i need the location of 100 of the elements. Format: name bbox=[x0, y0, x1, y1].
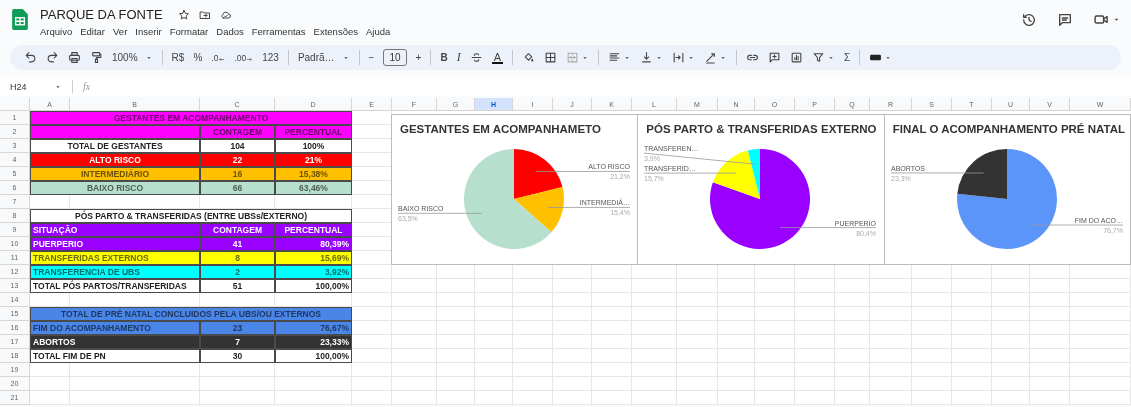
empty-cell[interactable] bbox=[1030, 321, 1070, 335]
empty-cell[interactable] bbox=[437, 391, 475, 405]
empty-cell[interactable] bbox=[513, 293, 553, 307]
empty-cell[interactable] bbox=[475, 321, 513, 335]
empty-cell[interactable] bbox=[513, 377, 553, 391]
empty-cell[interactable] bbox=[553, 335, 592, 349]
empty-cell[interactable] bbox=[392, 391, 437, 405]
empty-cell[interactable] bbox=[755, 307, 795, 321]
empty-cell[interactable] bbox=[795, 363, 835, 377]
empty-cell[interactable] bbox=[475, 307, 513, 321]
empty-cell[interactable] bbox=[1070, 349, 1131, 363]
star-icon[interactable] bbox=[177, 8, 190, 21]
empty-cell[interactable] bbox=[70, 363, 200, 377]
empty-cell[interactable] bbox=[475, 335, 513, 349]
empty-cell[interactable] bbox=[513, 321, 553, 335]
zoom-dropdown[interactable]: 100% bbox=[112, 52, 153, 63]
font-size-field[interactable]: 10 bbox=[383, 49, 407, 66]
empty-cell[interactable] bbox=[835, 349, 870, 363]
empty-cell[interactable] bbox=[553, 307, 592, 321]
empty-cell[interactable] bbox=[912, 321, 952, 335]
empty-cell[interactable] bbox=[437, 363, 475, 377]
empty-cell[interactable] bbox=[677, 321, 718, 335]
empty-cell[interactable] bbox=[912, 377, 952, 391]
empty-cell[interactable] bbox=[632, 307, 677, 321]
empty-cell[interactable] bbox=[755, 349, 795, 363]
folder-icon[interactable] bbox=[198, 8, 211, 21]
empty-cell[interactable] bbox=[200, 391, 275, 405]
empty-cell[interactable] bbox=[952, 321, 992, 335]
empty-cell[interactable] bbox=[870, 335, 912, 349]
empty-cell[interactable] bbox=[718, 321, 755, 335]
empty-cell[interactable] bbox=[70, 377, 200, 391]
empty-cell[interactable] bbox=[718, 279, 755, 293]
empty-cell[interactable] bbox=[835, 293, 870, 307]
empty-cell[interactable] bbox=[718, 391, 755, 405]
empty-cell[interactable] bbox=[275, 391, 352, 405]
align-icon[interactable] bbox=[607, 51, 621, 64]
decrease-decimals-button[interactable]: .0 bbox=[211, 52, 226, 63]
empty-cell[interactable] bbox=[677, 335, 718, 349]
empty-cell[interactable] bbox=[632, 377, 677, 391]
empty-cell[interactable] bbox=[835, 335, 870, 349]
empty-cell[interactable] bbox=[475, 391, 513, 405]
more-formats-button[interactable]: 123 bbox=[262, 52, 279, 63]
empty-cell[interactable] bbox=[755, 293, 795, 307]
empty-cell[interactable] bbox=[795, 293, 835, 307]
empty-cell[interactable] bbox=[553, 279, 592, 293]
empty-cell[interactable] bbox=[553, 321, 592, 335]
empty-cell[interactable] bbox=[437, 377, 475, 391]
empty-cell[interactable] bbox=[592, 293, 632, 307]
empty-cell[interactable] bbox=[718, 363, 755, 377]
strikethrough-icon[interactable] bbox=[469, 51, 483, 64]
empty-cell[interactable] bbox=[352, 293, 392, 307]
empty-cell[interactable] bbox=[553, 391, 592, 405]
borders-icon[interactable] bbox=[543, 51, 557, 64]
empty-cell[interactable] bbox=[755, 321, 795, 335]
empty-cell[interactable] bbox=[437, 279, 475, 293]
empty-cell[interactable] bbox=[718, 335, 755, 349]
empty-cell[interactable] bbox=[870, 363, 912, 377]
bold-button[interactable]: B bbox=[440, 52, 448, 63]
merge-cells-icon[interactable] bbox=[565, 51, 579, 64]
empty-cell[interactable] bbox=[553, 349, 592, 363]
cell-reference-field[interactable]: H24 bbox=[10, 81, 48, 92]
empty-cell[interactable] bbox=[392, 279, 437, 293]
empty-cell[interactable] bbox=[912, 391, 952, 405]
empty-cell[interactable] bbox=[718, 349, 755, 363]
arrow-icon[interactable] bbox=[246, 55, 254, 63]
empty-cell[interactable] bbox=[870, 391, 912, 405]
empty-cell[interactable] bbox=[513, 335, 553, 349]
empty-cell[interactable] bbox=[200, 377, 275, 391]
empty-cell[interactable] bbox=[352, 363, 392, 377]
empty-cell[interactable] bbox=[835, 377, 870, 391]
empty-cell[interactable] bbox=[1030, 279, 1070, 293]
empty-cell[interactable] bbox=[952, 307, 992, 321]
empty-cell[interactable] bbox=[275, 195, 352, 209]
empty-cell[interactable] bbox=[437, 335, 475, 349]
empty-cell[interactable] bbox=[352, 377, 392, 391]
empty-cell[interactable] bbox=[553, 293, 592, 307]
empty-cell[interactable] bbox=[992, 363, 1030, 377]
empty-cell[interactable] bbox=[992, 293, 1030, 307]
empty-cell[interactable] bbox=[912, 335, 952, 349]
vertical-align-icon[interactable] bbox=[639, 51, 653, 64]
functions-button[interactable]: Σ bbox=[843, 52, 851, 63]
add-comment-icon[interactable] bbox=[767, 51, 781, 64]
empty-cell[interactable] bbox=[952, 363, 992, 377]
arrow-icon[interactable] bbox=[218, 55, 226, 63]
empty-cell[interactable] bbox=[992, 349, 1030, 363]
text-wrap-icon[interactable] bbox=[671, 51, 685, 64]
italic-button[interactable]: I bbox=[456, 50, 461, 65]
empty-cell[interactable] bbox=[1070, 363, 1131, 377]
empty-cell[interactable] bbox=[513, 349, 553, 363]
menu-item[interactable]: Arquivo bbox=[40, 26, 73, 37]
select-all-corner[interactable] bbox=[0, 98, 30, 111]
empty-cell[interactable] bbox=[755, 363, 795, 377]
empty-cell[interactable] bbox=[1070, 307, 1131, 321]
empty-cell[interactable] bbox=[352, 391, 392, 405]
empty-cell[interactable] bbox=[592, 321, 632, 335]
empty-cell[interactable] bbox=[1030, 363, 1070, 377]
empty-cell[interactable] bbox=[835, 321, 870, 335]
text-rotation-icon[interactable] bbox=[703, 51, 717, 64]
empty-cell[interactable] bbox=[392, 321, 437, 335]
empty-cell[interactable] bbox=[992, 391, 1030, 405]
